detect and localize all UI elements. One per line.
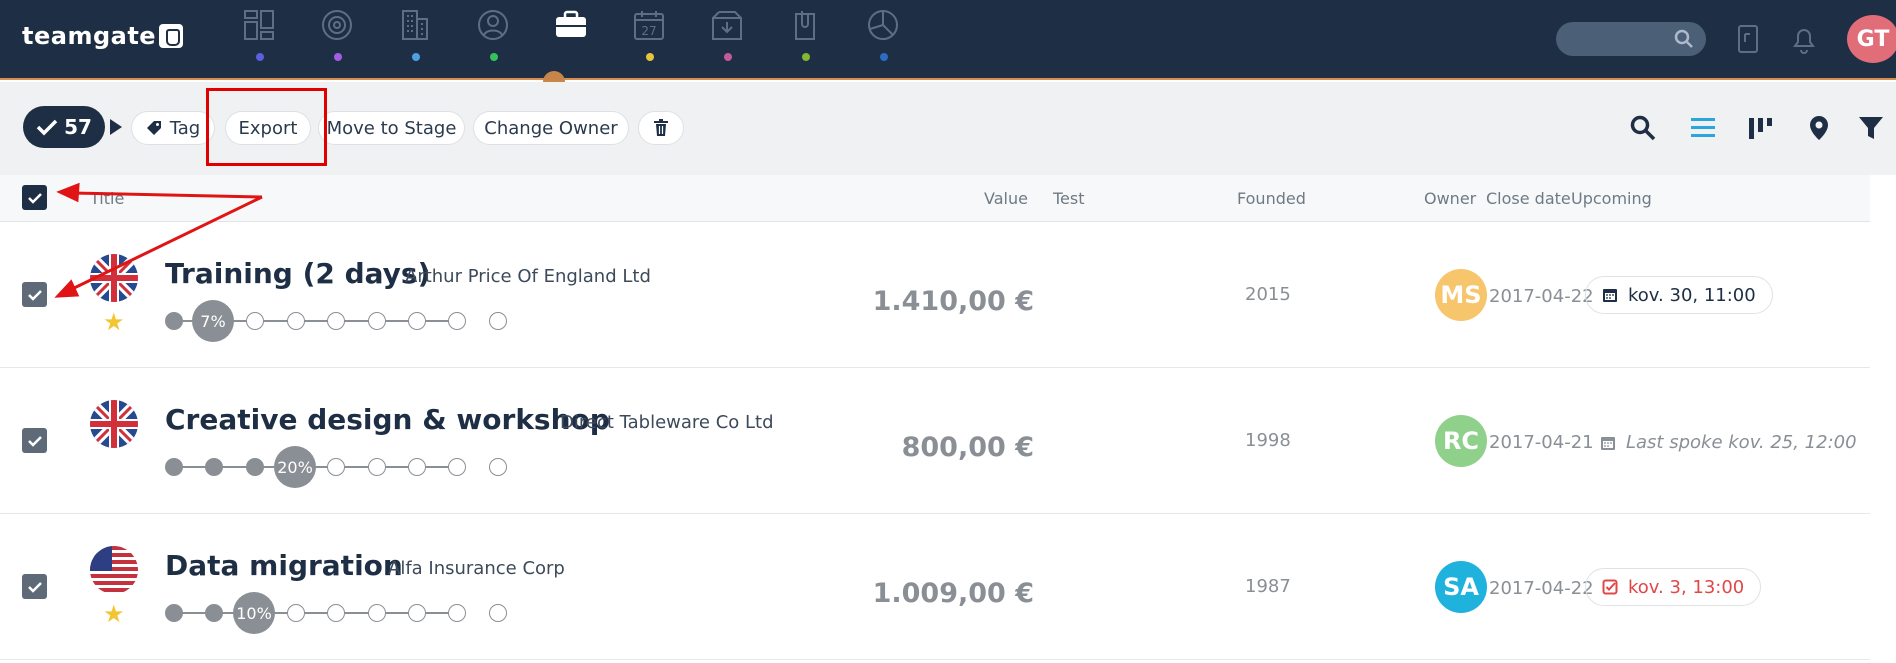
annotation-arrows (54, 182, 263, 298)
app-window: teamgate 27 GT 57 Tag Export Move to Sta… (0, 0, 1896, 663)
